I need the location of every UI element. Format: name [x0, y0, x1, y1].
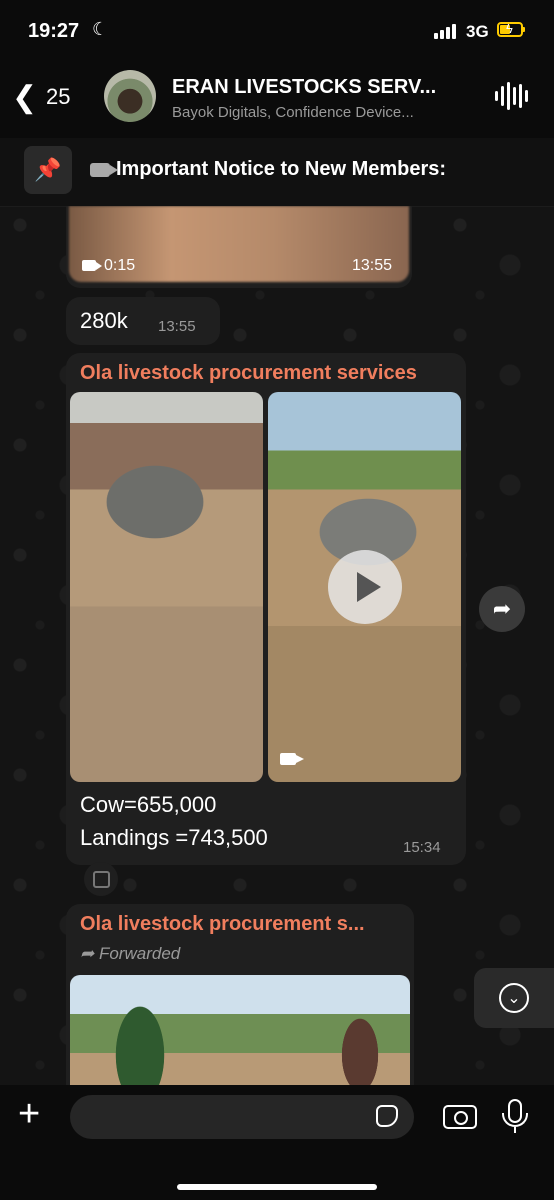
microphone-base	[502, 1113, 528, 1127]
video-icon	[82, 260, 102, 271]
select-checkbox[interactable]	[84, 862, 118, 896]
message-text: 280k	[80, 308, 128, 333]
back-unread-count[interactable]: 25	[46, 84, 70, 110]
forwarded-message[interactable]: Ola livestock procurement s... ➦ Forward…	[66, 904, 414, 1105]
back-chevron-icon[interactable]: ❮	[12, 80, 37, 115]
video-message[interactable]: 0:15 13:55	[66, 206, 412, 288]
pinned-text-row: Important Notice to New Members:	[90, 158, 446, 181]
play-button[interactable]	[328, 550, 402, 624]
scroll-to-bottom-button[interactable]: ⌄	[474, 968, 554, 1028]
group-members[interactable]: Bayok Digitals, Confidence Device...	[172, 104, 477, 121]
group-title[interactable]: ERAN LIVESTOCKS SERV...	[172, 76, 477, 99]
message-caption-line: Cow=655,000	[80, 792, 217, 817]
pin-icon[interactable]: 📌	[24, 146, 72, 194]
video-thumbnail[interactable]	[268, 392, 461, 782]
attach-plus-icon[interactable]: +	[18, 1093, 40, 1136]
message-input-bar: +	[0, 1085, 554, 1200]
status-bar: 19:27 ☾ 3G ϟ	[0, 0, 554, 60]
moon-icon: ☾	[92, 19, 109, 39]
video-icon	[90, 162, 118, 177]
message-caption-line: Landings =743,500	[80, 825, 268, 850]
battery-icon: ϟ	[497, 21, 523, 37]
camera-icon[interactable]	[443, 1105, 477, 1129]
sender-name[interactable]: Ola livestock procurement s...	[80, 913, 400, 936]
battery-tip	[523, 27, 525, 32]
forwarded-label: ➦ Forwarded	[80, 944, 180, 964]
pinned-message-text: Important Notice to New Members:	[116, 158, 447, 180]
sender-name[interactable]: Ola livestock procurement services	[80, 362, 417, 385]
forward-arrow-icon: ➦	[80, 944, 99, 963]
network-type: 3G	[466, 22, 489, 41]
share-forward-icon[interactable]: ➦	[479, 586, 525, 632]
album-message[interactable]: Ola livestock procurement services Cow=6…	[66, 353, 466, 865]
message-time: 13:55	[352, 257, 393, 274]
pinned-message-bar[interactable]: 📌 Important Notice to New Members:	[0, 138, 554, 207]
signal-icon	[434, 23, 456, 39]
message-time: 13:55	[158, 318, 196, 335]
photo-thumbnail[interactable]	[70, 392, 263, 782]
home-indicator[interactable]	[177, 1184, 377, 1190]
video-duration-text: 0:15	[104, 257, 136, 274]
video-duration: 0:15	[82, 257, 135, 275]
status-time: 19:27	[28, 20, 80, 42]
chevron-down-icon: ⌄	[499, 983, 529, 1013]
group-avatar[interactable]	[104, 70, 156, 122]
text-message[interactable]: 280k 13:55	[66, 297, 220, 345]
message-input[interactable]	[70, 1095, 414, 1139]
video-icon	[280, 752, 304, 770]
message-time: 15:34	[403, 839, 441, 856]
microphone-stem	[514, 1127, 516, 1133]
chat-header: ❮ 25 ERAN LIVESTOCKS SERV... Bayok Digit…	[0, 60, 554, 138]
voice-chat-icon[interactable]	[495, 82, 528, 110]
forwarded-label-text: Forwarded	[98, 944, 181, 963]
